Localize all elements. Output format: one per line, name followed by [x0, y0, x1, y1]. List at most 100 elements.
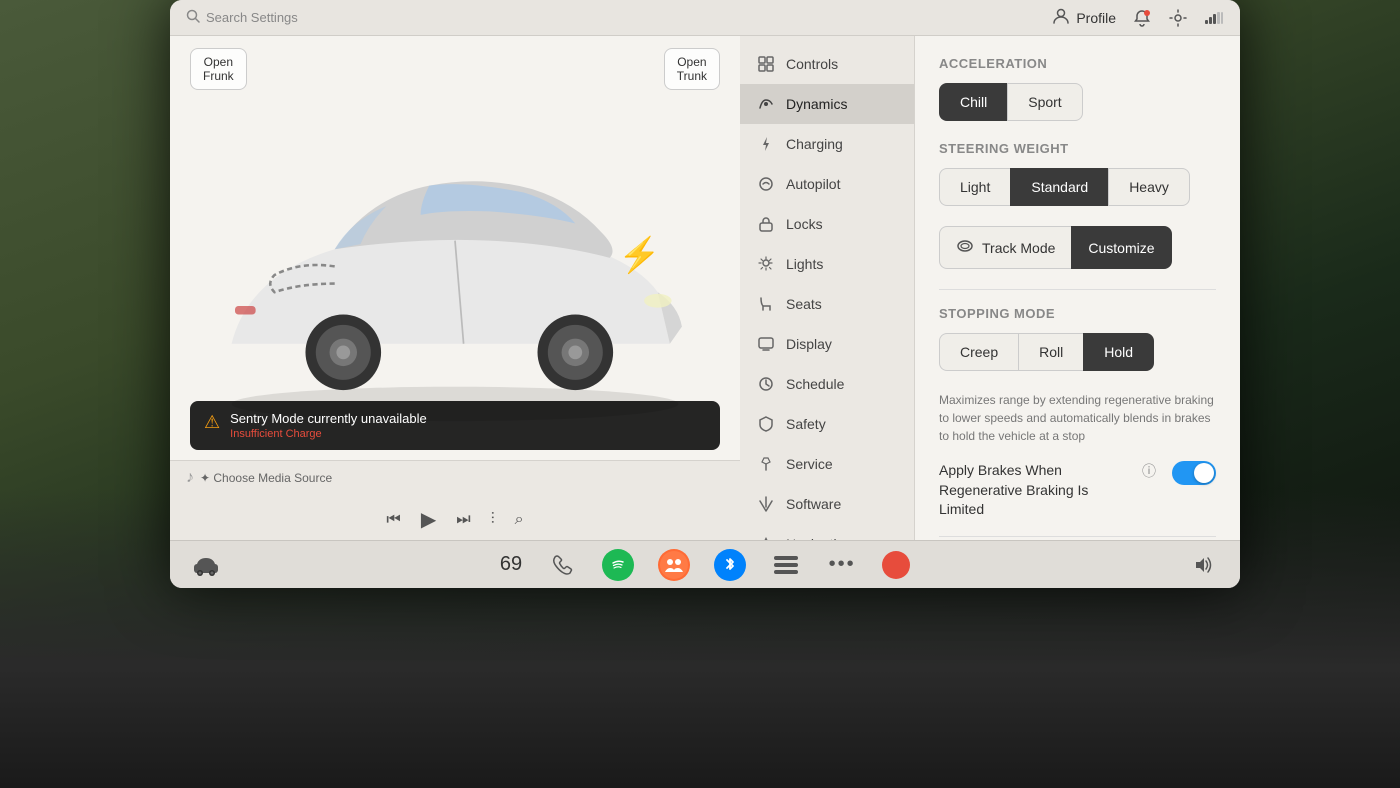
nav-label-safety: Safety — [786, 416, 826, 432]
nav-item-locks[interactable]: Locks — [740, 204, 914, 244]
menu-icon[interactable] — [770, 549, 802, 581]
more-icon[interactable]: ••• — [826, 549, 858, 581]
temperature-display: 69 — [500, 553, 522, 576]
profile-label: Profile — [1076, 10, 1116, 26]
header-bar: Search Settings Profile — [170, 0, 1240, 36]
sentry-title: Sentry Mode currently unavailable — [230, 411, 427, 426]
settings-nav: Controls Dynamics Charging — [740, 36, 915, 540]
signal-icon — [1204, 8, 1224, 28]
steering-light-button[interactable]: Light — [939, 168, 1010, 206]
taskbar: 69 — [170, 540, 1240, 588]
bell-icon[interactable] — [1132, 8, 1152, 28]
safety-icon — [756, 414, 776, 434]
track-mode-label: Track Mode — [982, 240, 1055, 256]
nav-item-seats[interactable]: Seats — [740, 284, 914, 324]
track-mode-icon — [956, 237, 974, 258]
trunk-button[interactable]: Open Trunk — [664, 48, 720, 90]
profile-icon — [1052, 7, 1070, 28]
stopping-roll-button[interactable]: Roll — [1018, 333, 1083, 371]
apply-brakes-toggle-knob — [1194, 463, 1214, 483]
search-placeholder: Search Settings — [206, 10, 298, 25]
nav-item-navigation[interactable]: Navigation — [740, 524, 914, 540]
media-source-label: ✦ Choose Media Source — [200, 471, 332, 485]
nav-item-controls[interactable]: Controls — [740, 44, 914, 84]
media-controls: ⏮ ▶ ⏭ ⫶ ⌕ — [186, 507, 724, 532]
steering-weight-title: Steering Weight — [939, 141, 1216, 156]
acceleration-sport-button[interactable]: Sport — [1007, 83, 1082, 121]
apply-brakes-row: Apply Brakes When Regenerative Braking I… — [939, 461, 1216, 520]
acceleration-options: Chill Sport — [939, 83, 1216, 121]
schedule-icon — [756, 374, 776, 394]
nav-item-software[interactable]: Software — [740, 484, 914, 524]
profile-button[interactable]: Profile — [1052, 7, 1116, 28]
media-player: ♪ ✦ Choose Media Source ⏮ ▶ ⏭ ⫶ ⌕ — [170, 460, 740, 540]
record-button[interactable] — [882, 551, 910, 579]
sentry-warning-icon: ⚠ — [204, 412, 220, 433]
steering-standard-button[interactable]: Standard — [1010, 168, 1108, 206]
next-button[interactable]: ⏭ — [456, 511, 470, 529]
volume-icon[interactable] — [1188, 549, 1220, 581]
nav-label-charging: Charging — [786, 136, 843, 152]
apply-brakes-toggle-bg[interactable] — [1172, 461, 1216, 485]
apply-brakes-info-icon[interactable]: ⓘ — [1142, 461, 1156, 481]
nav-item-display[interactable]: Display — [740, 324, 914, 364]
bluetooth-icon[interactable] — [714, 549, 746, 581]
dynamics-icon — [756, 94, 776, 114]
sun-icon[interactable] — [1168, 8, 1188, 28]
customize-button[interactable]: Customize — [1071, 226, 1171, 269]
stopping-hold-button[interactable]: Hold — [1083, 333, 1154, 371]
apply-brakes-label: Apply Brakes When Regenerative Braking I… — [939, 461, 1134, 520]
acceleration-title: Acceleration — [939, 56, 1216, 71]
nav-label-autopilot: Autopilot — [786, 176, 840, 192]
phone-icon[interactable] — [546, 549, 578, 581]
lights-icon — [756, 254, 776, 274]
taskbar-center: 69 — [500, 549, 910, 581]
car-home-icon[interactable] — [190, 549, 222, 581]
play-button[interactable]: ▶ — [421, 507, 436, 532]
stopping-creep-button[interactable]: Creep — [939, 333, 1018, 371]
nav-item-safety[interactable]: Safety — [740, 404, 914, 444]
nav-label-locks: Locks — [786, 216, 823, 232]
frunk-button[interactable]: Open Frunk — [190, 48, 247, 90]
equalizer-button[interactable]: ⫶ — [491, 511, 495, 529]
stopping-mode-options: Creep Roll Hold — [939, 333, 1216, 371]
nav-item-charging[interactable]: Charging — [740, 124, 914, 164]
music-note-icon: ♪ — [186, 469, 194, 487]
controls-icon — [756, 54, 776, 74]
stopping-mode-title: Stopping Mode — [939, 306, 1216, 321]
search-media-button[interactable]: ⌕ — [515, 511, 524, 529]
nav-item-service[interactable]: Service — [740, 444, 914, 484]
nav-label-display: Display — [786, 336, 832, 352]
people-icon[interactable] — [658, 549, 690, 581]
nav-item-lights[interactable]: Lights — [740, 244, 914, 284]
nav-item-schedule[interactable]: Schedule — [740, 364, 914, 404]
nav-item-dynamics[interactable]: Dynamics — [740, 84, 914, 124]
left-panel: Open Frunk Open Trunk — [170, 36, 740, 540]
spotify-icon[interactable] — [602, 549, 634, 581]
apply-brakes-toggle[interactable] — [1172, 461, 1216, 485]
software-icon — [756, 494, 776, 514]
media-source[interactable]: ♪ ✦ Choose Media Source — [186, 469, 724, 487]
charging-nav-icon — [756, 134, 776, 154]
display-icon — [756, 334, 776, 354]
header-search[interactable]: Search Settings — [186, 9, 298, 26]
stopping-mode-description: Maximizes range by extending regenerativ… — [939, 391, 1216, 445]
track-mode-button[interactable]: Track Mode — [939, 226, 1071, 269]
search-icon — [186, 9, 200, 26]
nav-label-controls: Controls — [786, 56, 838, 72]
taskbar-left — [190, 549, 222, 581]
customize-label: Customize — [1088, 240, 1154, 256]
nav-label-software: Software — [786, 496, 841, 512]
car-illustration: ⚡ 🔒 — [180, 100, 730, 450]
steering-heavy-button[interactable]: Heavy — [1108, 168, 1190, 206]
prev-button[interactable]: ⏮ — [386, 511, 400, 529]
sentry-subtitle: Insufficient Charge — [230, 428, 427, 440]
car-image-area: ⚡ 🔒 ⚠ Sentry Mode currently unavailable … — [170, 90, 740, 460]
steering-options: Light Standard Heavy — [939, 168, 1216, 206]
notification-dot — [1144, 10, 1150, 16]
car-controls-top: Open Frunk Open Trunk — [170, 36, 740, 90]
settings-content: Acceleration Chill Sport Steering Weight… — [915, 36, 1240, 540]
acceleration-chill-button[interactable]: Chill — [939, 83, 1007, 121]
divider-1 — [939, 289, 1216, 290]
nav-item-autopilot[interactable]: Autopilot — [740, 164, 914, 204]
